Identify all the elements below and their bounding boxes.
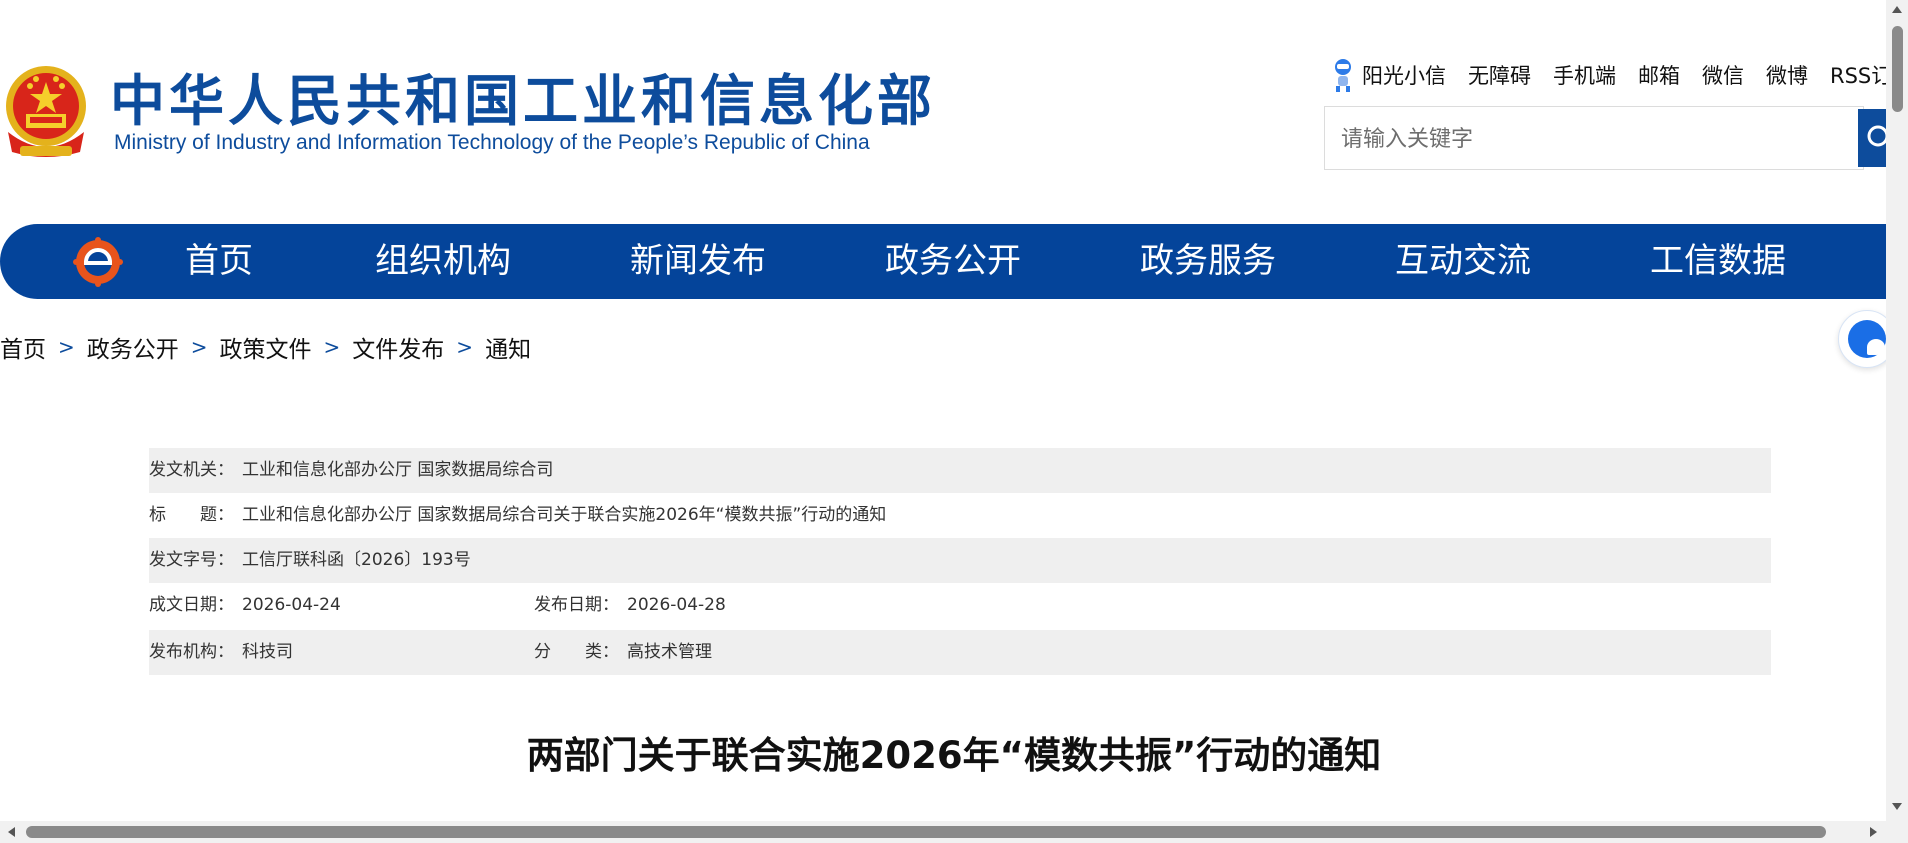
breadcrumb-file-release[interactable]: 文件发布: [352, 330, 444, 364]
nav-data[interactable]: 工信数据: [1650, 224, 1786, 299]
breadcrumb-separator: >: [456, 335, 474, 359]
site-title-en: Ministry of Industry and Information Tec…: [114, 131, 870, 154]
title-value: 工业和信息化部办公厅 国家数据局综合司关于联合实施2026年“模数共振”行动的通…: [242, 505, 887, 525]
chat-bubble-icon: [1848, 320, 1886, 358]
docno-label: 发文字号：: [149, 550, 234, 570]
national-emblem-icon: [0, 62, 92, 162]
category-value: 高技术管理: [627, 642, 712, 662]
breadcrumb-policy-documents[interactable]: 政策文件: [220, 330, 312, 364]
link-mailbox[interactable]: 邮箱: [1638, 60, 1680, 90]
horizontal-scrollbar[interactable]: [0, 821, 1886, 843]
title-label: 标 题：: [149, 505, 234, 525]
link-accessibility[interactable]: 无障碍: [1468, 60, 1531, 90]
search-button[interactable]: [1858, 109, 1889, 167]
info-row-dates: 成文日期： 2026-04-24 发布日期： 2026-04-28: [149, 583, 1771, 630]
nav-organization[interactable]: 组织机构: [375, 224, 511, 299]
published-date-label: 发布日期：: [534, 595, 619, 615]
robot-icon[interactable]: [1328, 55, 1358, 95]
nav-interaction[interactable]: 互动交流: [1395, 224, 1531, 299]
published-date-value: 2026-04-28: [627, 595, 726, 615]
top-links: 阳光小信 无障碍 手机端 邮箱 微信 微博 RSS订: [1328, 55, 1908, 95]
breadcrumb-home[interactable]: 首页: [0, 330, 46, 364]
vertical-scroll-thumb[interactable]: [1892, 26, 1903, 112]
breadcrumb-separator: >: [190, 335, 208, 359]
link-wechat[interactable]: 微信: [1702, 60, 1744, 90]
breadcrumb-notice[interactable]: 通知: [485, 330, 531, 364]
written-date-value: 2026-04-24: [242, 595, 341, 615]
issuer-label: 发文机关：: [149, 460, 234, 480]
category-label: 分 类：: [534, 642, 619, 662]
link-weibo[interactable]: 微博: [1766, 60, 1808, 90]
nav-government-affairs[interactable]: 政务公开: [885, 224, 1021, 299]
link-rss[interactable]: RSS订: [1830, 60, 1892, 90]
breadcrumb-government-affairs[interactable]: 政务公开: [87, 330, 179, 364]
horizontal-scroll-thumb[interactable]: [26, 826, 1826, 838]
org-value: 科技司: [242, 642, 293, 662]
org-label: 发布机构：: [149, 642, 234, 662]
nav-government-services[interactable]: 政务服务: [1140, 224, 1276, 299]
breadcrumb: 首页 > 政务公开 > 政策文件 > 文件发布 > 通知: [0, 330, 531, 364]
vertical-scrollbar[interactable]: [1886, 0, 1908, 843]
document-info-table: 发文机关： 工业和信息化部办公厅 国家数据局综合司 标 题： 工业和信息化部办公…: [149, 448, 1771, 675]
link-sunshine-xiaoxin[interactable]: 阳光小信: [1362, 60, 1446, 90]
breadcrumb-separator: >: [323, 335, 341, 359]
nav-home[interactable]: 首页: [185, 224, 253, 299]
miit-logo-icon: [72, 236, 124, 288]
issuer-value: 工业和信息化部办公厅 国家数据局综合司: [242, 460, 554, 480]
scroll-down-arrow[interactable]: [1892, 803, 1902, 810]
search-icon: [1858, 125, 1889, 171]
breadcrumb-separator: >: [58, 335, 75, 359]
info-row-docno: 发文字号： 工信厅联科函〔2026〕193号: [149, 538, 1771, 583]
written-date-label: 成文日期：: [149, 595, 234, 615]
site-title-cn[interactable]: 中华人民共和国工业和信息化部: [110, 66, 936, 136]
search-box: [1324, 106, 1864, 170]
link-mobile[interactable]: 手机端: [1553, 60, 1616, 90]
info-row-title: 标 题： 工业和信息化部办公厅 国家数据局综合司关于联合实施2026年“模数共振…: [149, 493, 1771, 538]
document-title: 两部门关于联合实施2026年“模数共振”行动的通知: [526, 734, 1382, 777]
docno-value: 工信厅联科函〔2026〕193号: [242, 550, 471, 570]
search-input[interactable]: [1339, 121, 1833, 157]
info-row-issuer: 发文机关： 工业和信息化部办公厅 国家数据局综合司: [149, 448, 1771, 493]
main-nav: 首页 组织机构 新闻发布 政务公开 政务服务 互动交流 工信数据: [0, 224, 1886, 299]
info-row-org: 发布机构： 科技司 分 类： 高技术管理: [149, 630, 1771, 675]
scroll-up-arrow[interactable]: [1892, 6, 1902, 13]
nav-news[interactable]: 新闻发布: [630, 224, 766, 299]
scroll-right-arrow[interactable]: [1870, 827, 1877, 837]
scroll-left-arrow[interactable]: [8, 827, 15, 837]
